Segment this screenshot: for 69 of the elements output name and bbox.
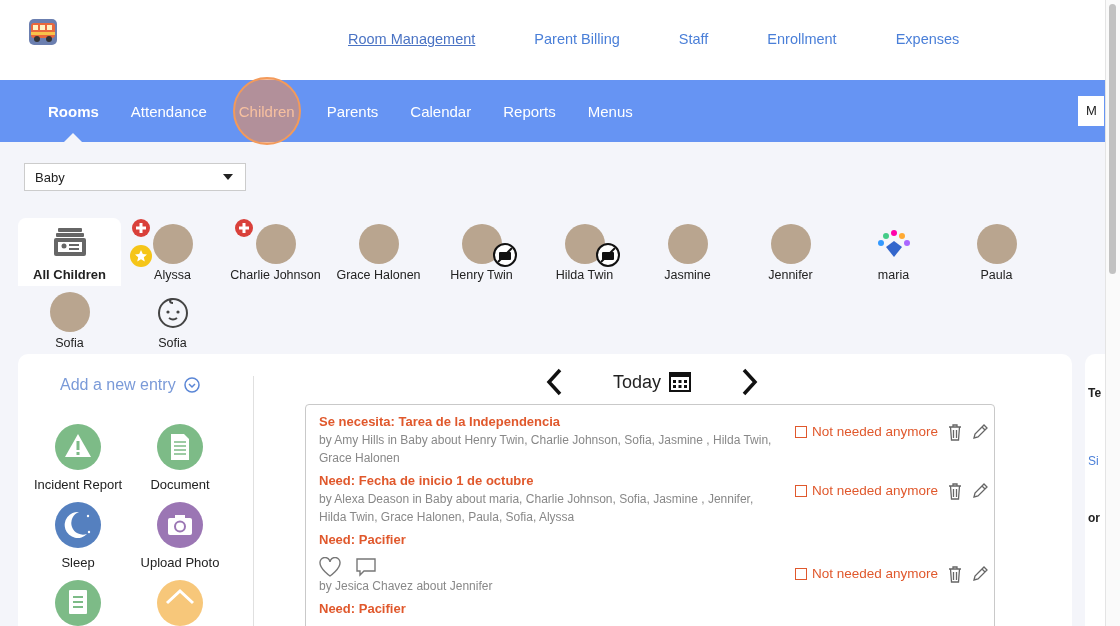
child-tile[interactable]: Sofia <box>18 286 121 354</box>
entry-type-button[interactable]: Document <box>130 424 230 492</box>
scrollbar[interactable] <box>1105 0 1120 626</box>
top-nav-link[interactable]: Room Management <box>348 31 476 47</box>
trash-icon[interactable] <box>948 424 963 441</box>
top-nav-link[interactable]: Staff <box>678 31 709 47</box>
side-panel-text: Si <box>1088 454 1099 468</box>
entry-title[interactable]: Need: Fecha de inicio 1 de octubre <box>319 473 779 488</box>
photo-placeholder <box>152 224 193 264</box>
nav-tab[interactable]: Reports <box>503 102 556 120</box>
photo-placeholder <box>358 224 399 264</box>
nav-tab[interactable]: Rooms <box>48 102 99 120</box>
date-label[interactable]: Today <box>613 371 662 393</box>
nav-tab[interactable]: Parents <box>326 102 379 120</box>
not-needed-checkbox[interactable]: Not needed anymore <box>795 424 939 439</box>
id-cards-icon <box>53 228 86 258</box>
child-tile[interactable]: Sofia <box>121 286 224 354</box>
pencil-icon[interactable] <box>972 483 989 499</box>
child-tile[interactable]: Hilda Twin <box>533 218 636 286</box>
pencil-icon[interactable] <box>972 566 989 582</box>
entry-title[interactable]: Need: Pacifier <box>319 601 779 616</box>
people-logo-icon <box>875 229 912 259</box>
photo-placeholder <box>49 292 90 332</box>
photo-placeholder <box>564 224 605 264</box>
not-needed-checkbox[interactable]: Not needed anymore <box>795 566 939 581</box>
child-tile[interactable]: Jasmine <box>636 218 739 286</box>
bus-logo-icon[interactable] <box>28 18 58 46</box>
nav-tab[interactable]: Calendar <box>410 102 472 120</box>
entry-title[interactable]: Need: Pacifier <box>319 532 779 547</box>
comment-icon[interactable] <box>355 557 377 577</box>
side-panel-text: or <box>1088 511 1100 525</box>
tab-pointer-icon <box>64 133 83 142</box>
child-tile[interactable]: Alyssa <box>121 218 224 286</box>
entry-meta-text: by Amy Hills in Baby about Henry Twin, Charlie Johnson, Sofia, Jasmine , Hilda Twin, Grace Halonen <box>319 432 773 467</box>
top-nav-link[interactable]: Enrollment <box>767 31 837 47</box>
nav-tab[interactable]: Menus <box>587 102 633 120</box>
photo-placeholder <box>770 224 811 264</box>
entry-title[interactable]: Se necesita: Tarea de la Independencia <box>319 414 779 429</box>
photo-placeholder <box>461 224 502 264</box>
chevron-down-icon <box>183 377 200 393</box>
child-tile[interactable]: maria <box>842 218 945 286</box>
trash-icon[interactable] <box>948 566 963 583</box>
child-tile[interactable]: Paula <box>945 218 1048 286</box>
entry-type-button[interactable]: Upload Photo <box>130 502 230 570</box>
child-tile[interactable]: Charlie Johnson <box>224 218 327 286</box>
add-entry-link[interactable]: Add a new entry <box>60 376 253 394</box>
child-tile[interactable]: Jennifer <box>739 218 842 286</box>
photo-placeholder <box>255 224 296 264</box>
top-nav-link[interactable]: Expenses <box>895 31 960 47</box>
photo-placeholder <box>667 224 708 264</box>
entry-type-button[interactable]: Incident Report <box>28 424 128 492</box>
calendar-icon[interactable] <box>669 372 692 392</box>
child-tile[interactable]: Grace Halonen <box>327 218 430 286</box>
not-needed-checkbox[interactable]: Not needed anymore <box>795 483 939 498</box>
photo-placeholder <box>976 224 1017 264</box>
child-tile[interactable]: All Children <box>18 218 121 286</box>
corner-button[interactable]: M <box>1078 96 1104 126</box>
pencil-icon[interactable] <box>972 424 989 440</box>
entry-type-button[interactable]: Sleep <box>28 502 128 570</box>
entry-meta-text: by Alexa Deason in Baby about maria, Charlie Johnson, Sofia, Jasmine , Jennifer, Hilda Twin, Grace Halonen, Paula, Sofia, Alyssa <box>319 491 755 526</box>
nav-tab[interactable]: Attendance <box>130 102 207 120</box>
room-select[interactable]: Baby <box>24 163 246 191</box>
side-panel-text: Te <box>1088 386 1102 400</box>
child-tile[interactable]: Henry Twin <box>430 218 533 286</box>
top-nav-link[interactable]: Parent Billing <box>534 31 620 47</box>
trash-icon[interactable] <box>948 483 963 500</box>
dropdown-caret-icon <box>223 174 233 180</box>
entry-meta-text: by Jesica Chavez about Jennifer <box>319 578 494 595</box>
heart-icon[interactable] <box>319 557 341 577</box>
